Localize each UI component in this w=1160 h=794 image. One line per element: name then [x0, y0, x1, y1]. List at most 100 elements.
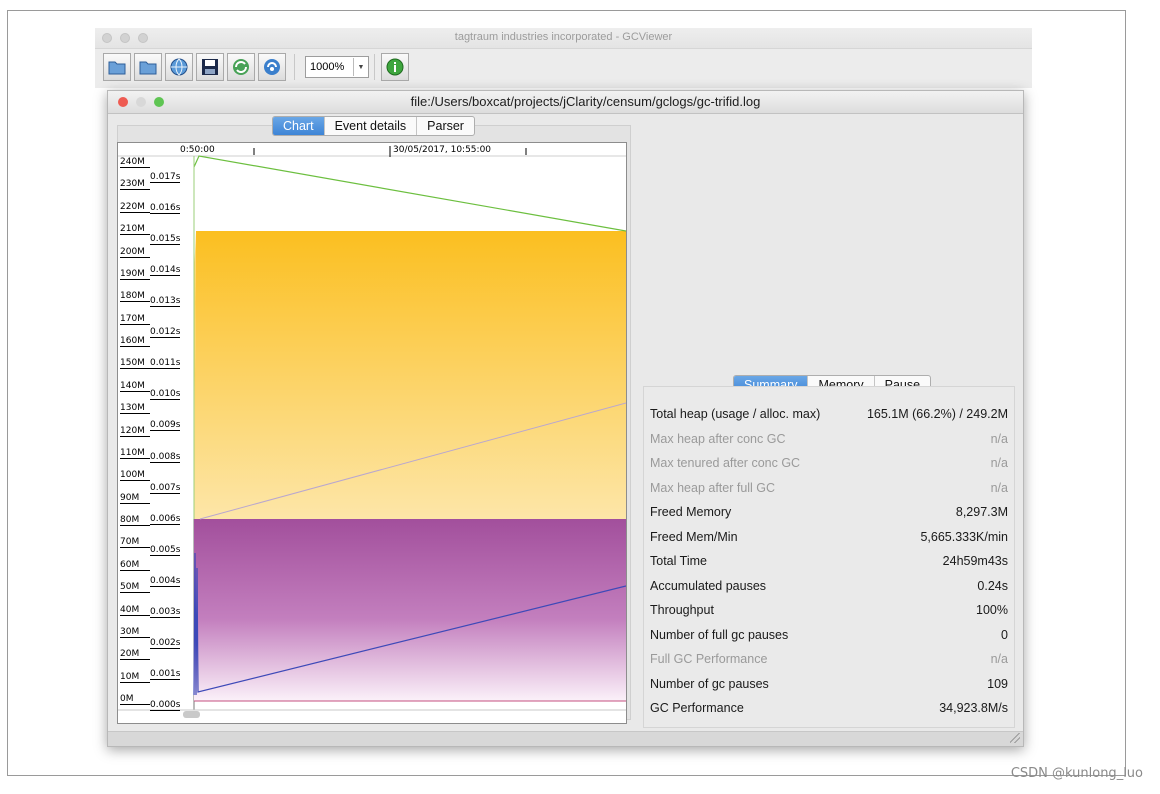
summary-row-label: Total Time — [650, 554, 707, 568]
memory-tick-label: 90M — [120, 493, 150, 504]
summary-panel: Total heap (usage / alloc. max) 165.1M (6… — [643, 386, 1015, 728]
tab-parser[interactable]: Parser — [416, 117, 474, 135]
summary-row-label: Freed Memory — [650, 505, 732, 519]
toolbar-separator — [374, 54, 375, 80]
pause-tick-label: 0.000s — [150, 700, 181, 711]
reload-icon — [233, 59, 249, 75]
pause-tick-label: 0.014s — [150, 265, 181, 277]
memory-tick-label: 170M — [120, 314, 150, 325]
open-file-button[interactable] — [103, 53, 131, 81]
pause-tick-label: 0.002s — [150, 637, 181, 649]
memory-tick-label: 190M — [120, 269, 150, 280]
pause-tick-label: 0.001s — [150, 668, 181, 680]
info-button[interactable] — [381, 53, 409, 81]
globe-icon — [170, 58, 188, 76]
pause-tick-label: 0.015s — [150, 234, 181, 246]
pause-tick-label: 0.007s — [150, 482, 181, 494]
memory-tick-label: 230M — [120, 179, 150, 191]
save-icon — [202, 59, 218, 75]
memory-tick-label: 10M — [120, 672, 150, 683]
memory-tick-label: 0M — [120, 694, 150, 705]
memory-tick-label: 120M — [120, 426, 150, 437]
pause-tick-label: 0.005s — [150, 544, 181, 556]
summary-row-label: Total heap (usage / alloc. max) — [650, 407, 821, 421]
toolbar-separator — [294, 54, 295, 80]
tenured-area — [194, 519, 626, 701]
memory-tick-label: 210M — [120, 224, 150, 236]
pause-tick-label: 0.011s — [150, 358, 181, 370]
summary-row-label: Accumulated pauses — [650, 578, 767, 593]
pause-tick-label: 0.016s — [150, 203, 181, 215]
pause-tick-label: 0.003s — [150, 606, 181, 618]
watermark: CSDN @kunlong_luo — [1010, 766, 1143, 781]
memory-tick-label: 140M — [120, 381, 150, 392]
pause-tick-label: 0.008s — [150, 451, 181, 463]
memory-tick-label: 150M — [120, 358, 150, 370]
doc-titlebar: file:/Users/boxcat/projects/jClarity/cen… — [108, 91, 1023, 114]
summary-row-value: 100% — [976, 603, 1008, 617]
summary-row: Throughput 100% — [650, 598, 1008, 622]
doc-status-bar — [108, 731, 1023, 746]
chevron-down-icon[interactable]: ▼ — [353, 58, 368, 76]
recent-url-button[interactable] — [165, 53, 193, 81]
export-button[interactable] — [196, 53, 224, 81]
summary-row-label: Throughput — [650, 603, 714, 617]
summary-row: Full GC Performance n/a — [650, 647, 1008, 671]
summary-row-label: Number of gc pauses — [650, 676, 769, 691]
summary-row-value: n/a — [990, 652, 1008, 666]
pause-tick-label: 0.013s — [150, 296, 181, 308]
summary-row: Accumulated pauses 0.24s — [650, 574, 1008, 598]
summary-row-label: Max heap after full GC — [650, 480, 776, 495]
open-url-icon — [139, 61, 157, 75]
summary-row-label: GC Performance — [650, 701, 744, 715]
memory-tick-label: 110M — [120, 448, 150, 459]
memory-tick-label: 160M — [120, 336, 150, 347]
summary-row: Number of full gc pauses 0 — [650, 623, 1008, 647]
summary-row-value: n/a — [990, 456, 1008, 470]
zoom-select[interactable]: 1000% ▼ — [305, 56, 369, 78]
pause-tick-label: 0.010s — [150, 389, 181, 401]
summary-row-value: 34,923.8M/s — [939, 701, 1008, 715]
summary-row: Number of gc pauses 109 — [650, 672, 1008, 696]
open-url-button[interactable] — [134, 53, 162, 81]
summary-row-value: 5,665.333K/min — [920, 529, 1008, 544]
summary-row-label: Full GC Performance — [650, 652, 768, 666]
open-file-icon — [108, 61, 126, 75]
summary-row: Max heap after full GC n/a — [650, 476, 1008, 500]
resize-grip[interactable] — [1010, 733, 1020, 743]
timeline-label-start: 0:50:00 — [180, 145, 215, 155]
memory-tick-label: 40M — [120, 605, 150, 616]
horizontal-scrollbar-thumb[interactable] — [183, 711, 200, 718]
summary-row: Freed Mem/Min 5,665.333K/min — [650, 525, 1008, 549]
app-titlebar: tagtraum industries incorporated - GCVie… — [95, 28, 1032, 49]
memory-tick-label: 30M — [120, 627, 150, 638]
pause-tick-label: 0.006s — [150, 513, 181, 525]
summary-row-value: 109 — [987, 676, 1008, 691]
summary-row: Total Time 24h59m43s — [650, 549, 1008, 573]
summary-row-label: Freed Mem/Min — [650, 529, 738, 544]
memory-tick-label: 240M — [120, 157, 150, 168]
summary-row: Total heap (usage / alloc. max) 165.1M (6… — [650, 402, 1008, 426]
tab-chart[interactable]: Chart — [273, 117, 324, 135]
memory-tick-label: 70M — [120, 537, 150, 549]
summary-row-label: Max tenured after conc GC — [650, 456, 801, 470]
summary-row-value: 24h59m43s — [942, 554, 1008, 568]
memory-tick-label: 220M — [120, 202, 150, 213]
pause-tick-label: 0.009s — [150, 420, 181, 432]
summary-row-label: Max heap after conc GC — [650, 431, 786, 446]
gcviewer-app-window: tagtraum industries incorporated - GCVie… — [95, 28, 1032, 88]
watch-button[interactable] — [258, 53, 286, 81]
gc-chart[interactable]: 0:50:00 30/05/2017, 10:55:00 240M 230M 220… — [117, 142, 627, 724]
total-heap-area — [194, 231, 626, 519]
pause-tick-label: 0.012s — [150, 327, 181, 339]
memory-tick-label: 50M — [120, 582, 150, 594]
summary-row-value: 165.1M (66.2%) / 249.2M — [866, 407, 1008, 421]
chart-tabs: Chart Event details Parser — [272, 116, 475, 136]
tab-event-details[interactable]: Event details — [323, 117, 417, 135]
refresh-button[interactable] — [227, 53, 255, 81]
memory-tick-label: 180M — [120, 291, 150, 303]
zoom-value: 1000% — [310, 61, 345, 73]
summary-row-value: n/a — [990, 431, 1008, 446]
timeline-label-mid: 30/05/2017, 10:55:00 — [393, 145, 492, 155]
memory-tick-label: 60M — [120, 560, 150, 571]
